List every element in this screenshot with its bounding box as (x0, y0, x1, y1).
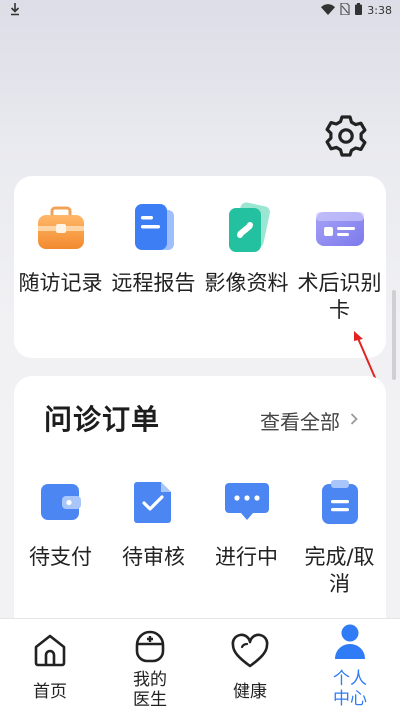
chat-dots-icon (221, 476, 273, 532)
tab-my-doctor[interactable]: 我的医生 (100, 619, 200, 713)
service-label: 远程报告 (111, 271, 196, 295)
scrollbar[interactable] (392, 290, 396, 380)
tab-home[interactable]: 首页 (0, 619, 100, 713)
bottom-tab-bar: 首页 我的医生 健康 个人中心 (0, 618, 400, 713)
view-all-label: 查看全部 (260, 410, 340, 434)
consultation-orders-card: 问诊订单 查看全部 待支付 待审核 进行中 完成/取消 (14, 376, 386, 626)
heart-icon (230, 633, 270, 673)
service-postop-card[interactable]: 术后识别卡 (293, 200, 386, 324)
order-completed-cancelled[interactable]: 完成/取消 (293, 476, 386, 598)
download-icon (10, 2, 20, 19)
service-label: 术后识别卡 (297, 271, 382, 322)
service-remote-report[interactable]: 远程报告 (107, 200, 200, 324)
settings-gear-icon[interactable] (323, 113, 369, 159)
service-image-data[interactable]: 影像资料 (200, 200, 293, 324)
order-status-label: 待支付 (29, 545, 92, 569)
service-label: 随访记录 (18, 271, 103, 295)
clipboard-icon (314, 476, 366, 532)
toolbox-icon (33, 200, 89, 260)
status-time: 3:38 (367, 4, 392, 17)
id-card-icon (312, 200, 368, 260)
service-followup-record[interactable]: 随访记录 (14, 200, 107, 324)
tab-label: 个人中心 (333, 669, 367, 709)
image-data-icon (219, 200, 275, 260)
battery-icon (355, 3, 363, 18)
report-icon (126, 200, 182, 260)
wifi-icon (321, 3, 336, 18)
review-check-icon (128, 476, 180, 532)
tab-label: 我的医生 (133, 670, 167, 710)
home-icon (31, 631, 69, 673)
no-sim-icon (340, 2, 350, 18)
order-pending-review[interactable]: 待审核 (107, 476, 200, 598)
service-label: 影像资料 (204, 271, 289, 295)
view-all-link[interactable]: 查看全部 (260, 406, 358, 435)
services-card: 随访记录 远程报告 影像资料 术后识别卡 (14, 176, 386, 358)
tab-label: 健康 (233, 682, 267, 702)
order-in-progress[interactable]: 进行中 (200, 476, 293, 598)
order-pending-payment[interactable]: 待支付 (14, 476, 107, 598)
status-bar: 3:38 (0, 0, 400, 22)
person-icon (332, 623, 368, 665)
doctor-icon (131, 623, 169, 667)
order-status-label: 完成/取消 (304, 545, 375, 596)
chevron-right-icon (350, 410, 358, 431)
orders-title: 问诊订单 (44, 403, 161, 436)
wallet-icon (35, 476, 87, 532)
tab-label: 首页 (33, 682, 67, 702)
tab-health[interactable]: 健康 (200, 619, 300, 713)
order-status-label: 待审核 (122, 545, 185, 569)
tab-personal-center[interactable]: 个人中心 (300, 619, 400, 713)
order-status-label: 进行中 (215, 545, 278, 569)
